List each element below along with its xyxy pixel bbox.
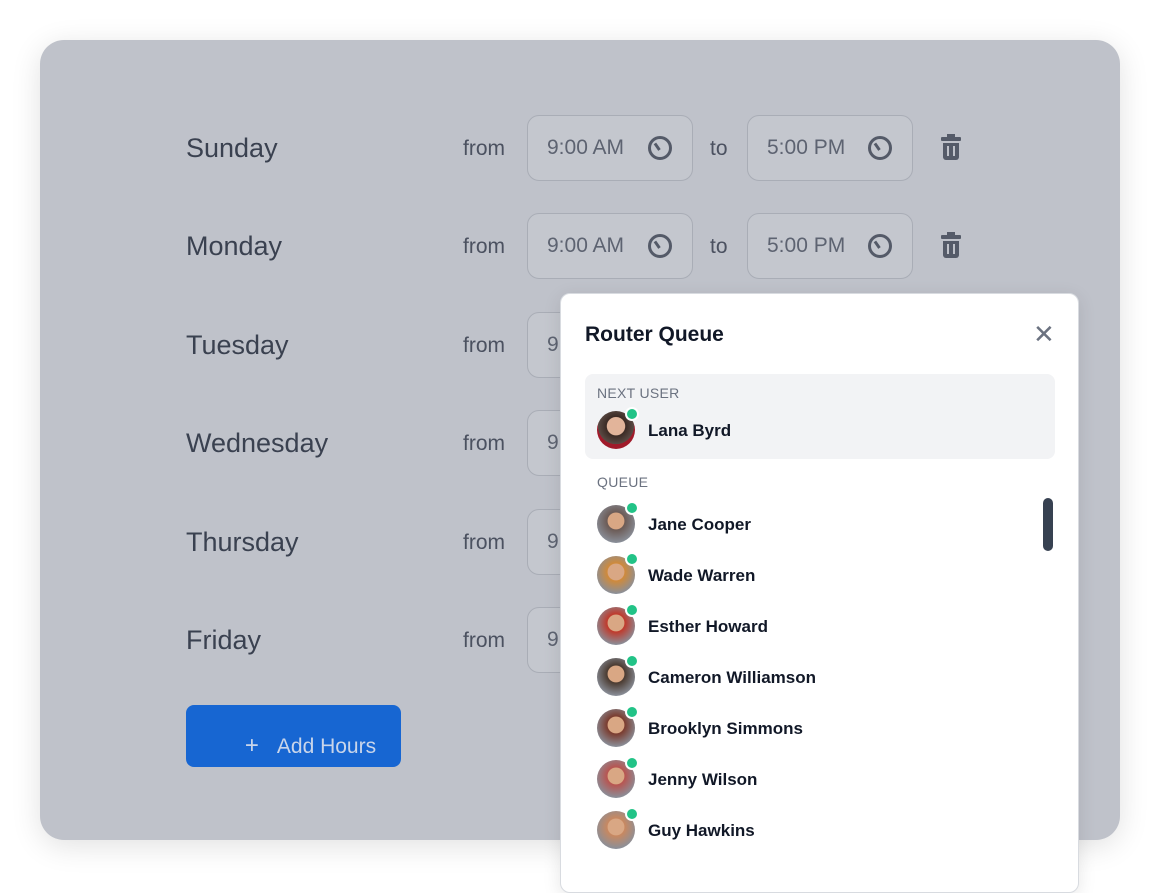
next-user-label: NEXT USER — [597, 385, 680, 401]
scrollbar[interactable] — [1043, 498, 1053, 551]
router-queue-popover: Router Queue ✕ NEXT USER Lana Byrd QUEUE… — [560, 293, 1079, 893]
add-hours-button[interactable]: + Add Hours — [186, 705, 401, 767]
clock-icon — [648, 234, 672, 258]
queue-label: QUEUE — [597, 474, 649, 490]
day-row: Sunday from 9:00 AM to 5:00 PM — [40, 115, 1120, 181]
user-name: Guy Hawkins — [648, 821, 755, 840]
time-value: 9:00 AM — [547, 136, 625, 159]
queue-user[interactable]: Jane Cooper — [597, 501, 1037, 545]
queue-user[interactable]: Wade Warren — [597, 552, 1037, 596]
queue-user[interactable]: Cameron Williamson — [597, 654, 1037, 698]
online-status-icon — [625, 603, 639, 617]
online-status-icon — [625, 756, 639, 770]
from-time-input[interactable]: 9:00 AM — [527, 213, 693, 279]
user-name: Cameron Williamson — [648, 668, 816, 687]
from-label: from — [463, 334, 505, 357]
user-name: Jenny Wilson — [648, 770, 758, 789]
day-label: Friday — [186, 625, 262, 655]
time-value: 9:00 AM — [547, 234, 625, 257]
online-status-icon — [625, 705, 639, 719]
queue-user[interactable]: Jenny Wilson — [597, 756, 1037, 800]
close-icon[interactable]: ✕ — [1033, 321, 1055, 347]
day-label: Wednesday — [186, 428, 329, 458]
online-status-icon — [625, 501, 639, 515]
day-label: Tuesday — [186, 330, 289, 360]
clock-icon — [868, 136, 892, 160]
queue-user[interactable]: Guy Hawkins — [597, 807, 1037, 851]
trash-icon[interactable] — [941, 134, 961, 161]
to-label: to — [710, 235, 728, 258]
queue-user[interactable]: Esther Howard — [597, 603, 1037, 647]
from-label: from — [463, 432, 505, 455]
day-label: Sunday — [186, 133, 278, 163]
from-label: from — [463, 235, 505, 258]
from-label: from — [463, 137, 505, 160]
add-hours-label: Add Hours — [276, 734, 377, 758]
from-label: from — [463, 531, 505, 554]
next-user[interactable]: Lana Byrd — [597, 407, 1037, 451]
popover-title: Router Queue — [585, 323, 724, 346]
online-status-icon — [625, 807, 639, 821]
from-label: from — [463, 629, 505, 652]
clock-icon — [648, 136, 672, 160]
time-value: 5:00 PM — [767, 136, 846, 159]
online-status-icon — [625, 654, 639, 668]
user-name: Brooklyn Simmons — [648, 719, 803, 738]
next-user-panel: NEXT USER Lana Byrd — [585, 374, 1055, 459]
queue-user[interactable]: Brooklyn Simmons — [597, 705, 1037, 749]
user-name: Esther Howard — [648, 617, 768, 636]
to-time-input[interactable]: 5:00 PM — [747, 115, 913, 181]
user-name: Lana Byrd — [648, 421, 732, 440]
trash-icon[interactable] — [941, 232, 961, 259]
online-status-icon — [625, 407, 639, 421]
to-time-input[interactable]: 5:00 PM — [747, 213, 913, 279]
user-name: Wade Warren — [648, 566, 756, 585]
clock-icon — [868, 234, 892, 258]
day-row: Monday from 9:00 AM to 5:00 PM — [40, 213, 1120, 279]
from-time-input[interactable]: 9:00 AM — [527, 115, 693, 181]
user-name: Jane Cooper — [648, 515, 751, 534]
online-status-icon — [625, 552, 639, 566]
day-label: Thursday — [186, 527, 299, 557]
time-value: 5:00 PM — [767, 234, 846, 257]
day-label: Monday — [186, 231, 283, 261]
plus-icon: + — [244, 731, 259, 759]
to-label: to — [710, 137, 728, 160]
